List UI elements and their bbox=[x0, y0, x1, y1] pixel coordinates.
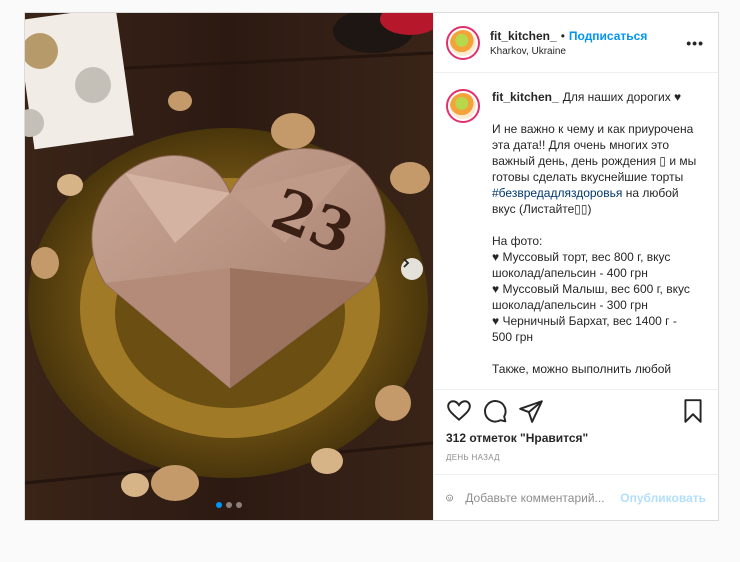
carousel-dot bbox=[236, 502, 242, 508]
caption-area: fit_kitchen_ Для наших дорогих ♥ И не важ… bbox=[434, 73, 718, 389]
avatar[interactable] bbox=[446, 25, 480, 60]
publish-button[interactable]: Опубликовать bbox=[620, 491, 706, 505]
comment-icon[interactable] bbox=[482, 398, 508, 424]
caption-first-line: Для наших дорогих ♥ bbox=[562, 90, 682, 104]
cake-photo: 23 bbox=[25, 13, 433, 520]
next-image-button[interactable] bbox=[401, 258, 423, 280]
share-icon[interactable] bbox=[518, 398, 544, 424]
carousel-dot bbox=[226, 502, 232, 508]
post-sidebar: fit_kitchen_ • Подписаться Kharkov, Ukra… bbox=[433, 13, 718, 520]
hashtag-link[interactable]: #безвредадляздоровья bbox=[492, 186, 622, 200]
likes-count[interactable]: 312 отметок "Нравится" bbox=[434, 431, 718, 449]
logo-icon bbox=[450, 93, 476, 119]
username-link[interactable]: fit_kitchen_ bbox=[490, 29, 557, 43]
separator: • bbox=[560, 28, 565, 43]
chevron-right-icon bbox=[403, 258, 410, 268]
follow-button[interactable]: Подписаться bbox=[569, 29, 647, 43]
post-timestamp[interactable]: день назад bbox=[434, 449, 718, 474]
instagram-post: 23 fit_kitchen_ • Подписаться Kharkov, U… bbox=[24, 12, 719, 521]
caption-username[interactable]: fit_kitchen_ bbox=[492, 90, 559, 104]
caption-text: И не важно к чему и как приурочена эта д… bbox=[492, 122, 700, 184]
caption-item: ♥ Муссовый торт, вес 800 г, вкус шоколад… bbox=[492, 250, 674, 280]
comment-form: Опубликовать bbox=[434, 474, 718, 520]
caption-photo-label: На фото: bbox=[492, 234, 543, 248]
bookmark-icon[interactable] bbox=[680, 398, 706, 424]
caption: fit_kitchen_ Для наших дорогих ♥ И не важ… bbox=[492, 89, 697, 389]
logo-icon bbox=[450, 29, 476, 56]
caption-item: ♥ Муссовый Малыш, вес 600 г, вкус шокола… bbox=[492, 282, 694, 312]
post-image[interactable]: 23 bbox=[25, 13, 433, 520]
action-bar bbox=[434, 389, 718, 431]
emoji-icon[interactable] bbox=[446, 487, 453, 509]
heart-icon[interactable] bbox=[446, 398, 472, 424]
caption-text: Также, можно выполнить любой bbox=[492, 362, 672, 376]
carousel-dot bbox=[216, 502, 222, 508]
more-options-icon[interactable]: ••• bbox=[684, 35, 706, 51]
caption-item: ♥ Черничный Бархат, вес 1400 г - 500 грн bbox=[492, 314, 681, 344]
avatar[interactable] bbox=[446, 89, 480, 123]
comment-input[interactable] bbox=[465, 490, 621, 505]
post-header: fit_kitchen_ • Подписаться Kharkov, Ukra… bbox=[434, 13, 718, 73]
location-link[interactable]: Kharkov, Ukraine bbox=[490, 46, 684, 57]
carousel-indicator bbox=[25, 502, 433, 508]
